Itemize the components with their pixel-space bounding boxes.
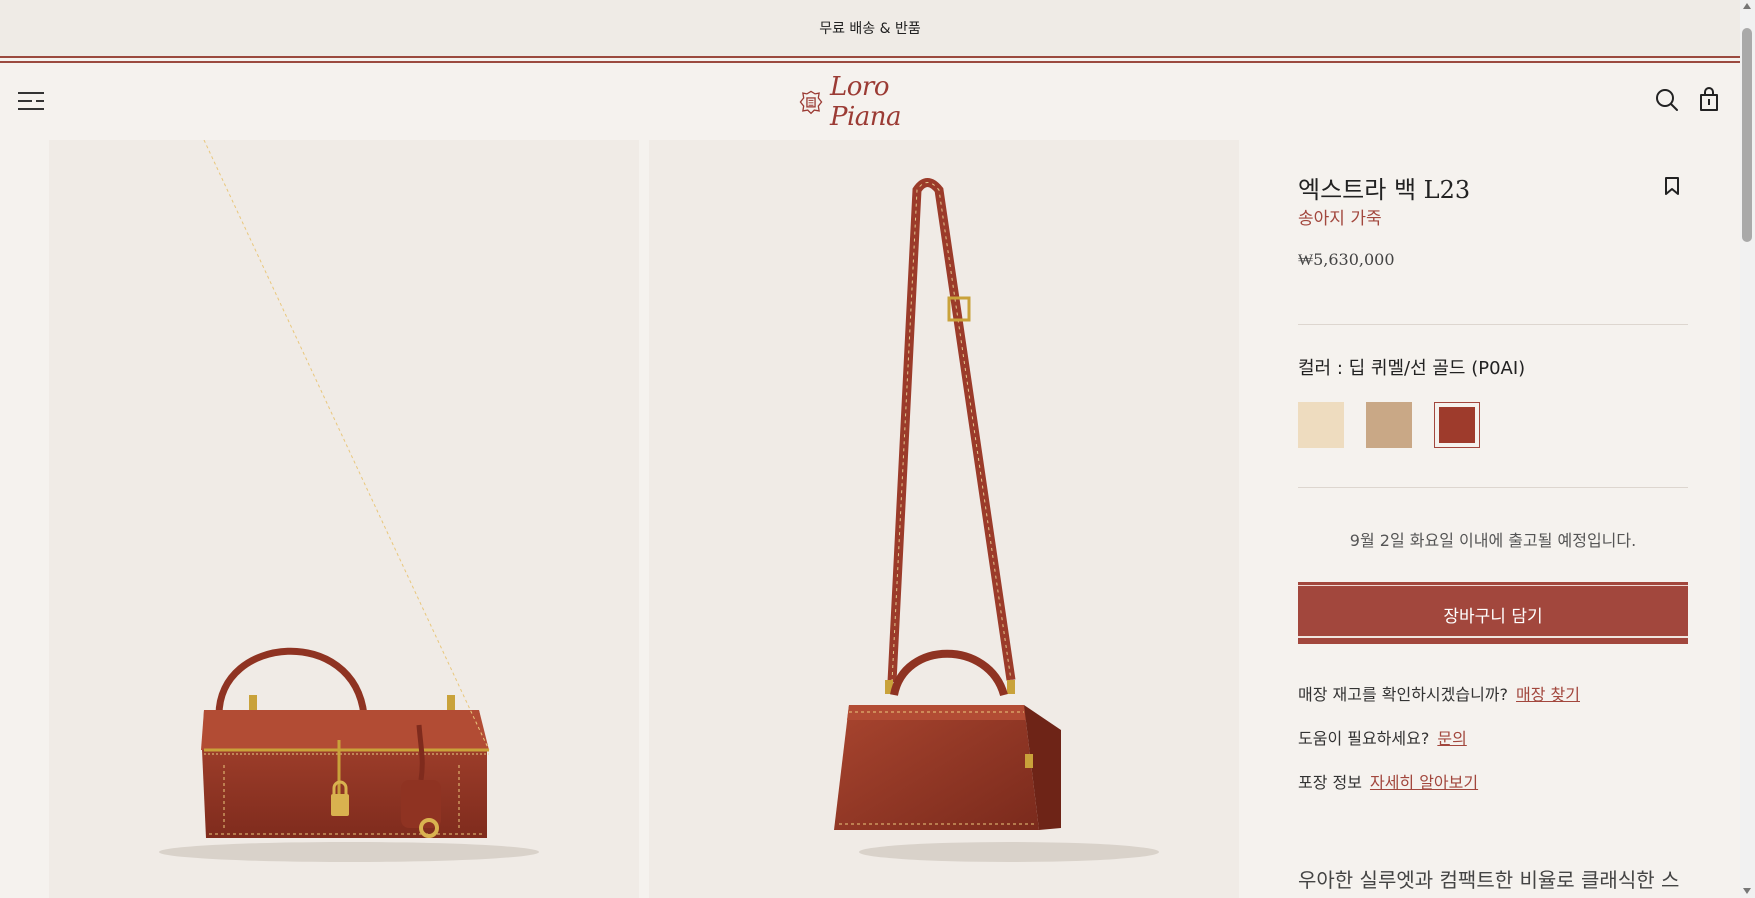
add-to-cart-button[interactable]: 장바구니 담기	[1298, 582, 1688, 644]
help-row: 도움이 필요하세요? 문의	[1298, 725, 1467, 749]
page-scrollbar[interactable]	[1740, 0, 1755, 898]
announcement-divider	[0, 56, 1740, 64]
bag-strap-illustration	[834, 178, 1159, 862]
divider	[1298, 487, 1688, 488]
announcement-bar: 무료 배송 & 반품	[0, 0, 1740, 56]
learn-more-link[interactable]: 자세히 알아보기	[1370, 773, 1478, 792]
store-stock-text: 매장 재고를 확인하시겠습니까?	[1298, 685, 1509, 704]
brand-logo[interactable]: Loro Piana	[798, 72, 942, 132]
help-text: 도움이 필요하세요?	[1298, 729, 1430, 748]
bookmark-icon[interactable]	[1664, 176, 1680, 196]
product-image-strap[interactable]	[649, 140, 1239, 898]
product-title: 엑스트라 백 L23	[1298, 176, 1471, 204]
menu-icon[interactable]	[18, 88, 44, 114]
packaging-text: 포장 정보	[1298, 773, 1362, 792]
color-label: 컬러 : 딥 퀴멜/선 골드 (P0AI)	[1298, 358, 1526, 379]
color-swatch-beige[interactable]	[1366, 402, 1412, 448]
crest-icon	[799, 90, 823, 115]
shopping-bag-icon[interactable]	[1697, 86, 1721, 112]
product-price: ₩5,630,000	[1298, 250, 1395, 269]
logo-wordmark: Loro Piana	[830, 72, 902, 132]
find-store-link[interactable]: 매장 찾기	[1516, 685, 1580, 704]
product-description: 우아한 실루엣과 컴팩트한 비율로 클래식한 스	[1298, 868, 1680, 892]
color-swatch-cream[interactable]	[1298, 402, 1344, 448]
scroll-thumb[interactable]	[1742, 28, 1752, 242]
product-image-front[interactable]	[49, 140, 639, 898]
color-swatch-deep-red-brown[interactable]	[1434, 402, 1480, 448]
contact-link[interactable]: 문의	[1437, 729, 1466, 748]
delivery-estimate: 9월 2일 화요일 이내에 출고될 예정입니다.	[1349, 531, 1637, 550]
bag-front-illustration	[159, 140, 539, 862]
store-stock-row: 매장 재고를 확인하시겠습니까? 매장 찾기	[1298, 681, 1580, 705]
site-header: Loro Piana	[0, 64, 1740, 140]
scroll-down-icon[interactable]	[1743, 888, 1751, 894]
scroll-up-icon[interactable]	[1743, 3, 1751, 9]
add-to-cart-label: 장바구니 담기	[1443, 607, 1543, 627]
divider	[1298, 324, 1688, 325]
announcement-text: 무료 배송 & 반품	[819, 21, 921, 37]
search-icon[interactable]	[1655, 88, 1679, 112]
product-family[interactable]: 송아지 가죽	[1298, 204, 1382, 229]
packaging-row: 포장 정보 자세히 알아보기	[1298, 769, 1478, 793]
